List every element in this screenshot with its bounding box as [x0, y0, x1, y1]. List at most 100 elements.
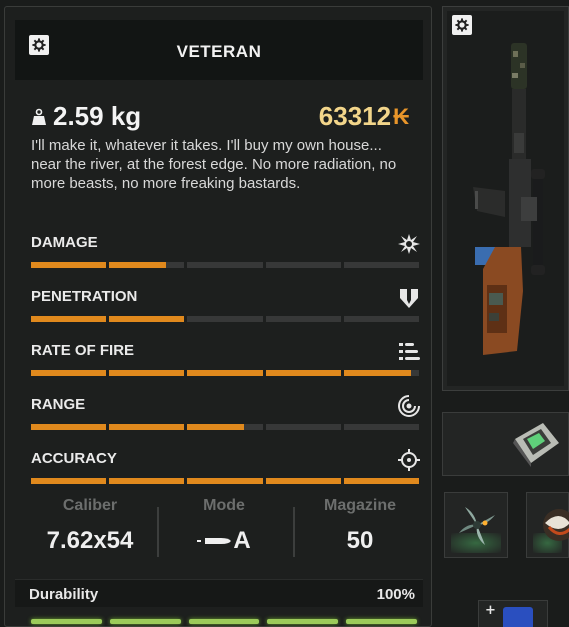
crosshair-icon — [398, 449, 420, 471]
spec-magazine-label: Magazine — [323, 497, 396, 514]
durability-segment — [109, 619, 181, 624]
detector-icon — [513, 423, 559, 467]
stat-bar-fill — [265, 370, 341, 376]
stat-bar-fill — [343, 370, 412, 376]
stat-bar-fill — [109, 316, 185, 322]
gadget-slot[interactable] — [442, 412, 569, 476]
weight-display: 2.59 kg — [31, 101, 141, 132]
stat-bar-fill — [31, 478, 107, 484]
durability-segment — [188, 619, 260, 624]
spec-caliber-value: 7.62x54 — [46, 527, 134, 554]
stat-bar-fill — [31, 370, 107, 376]
stat-bar-segment — [343, 424, 420, 430]
tooltip-header: VETERAN — [15, 20, 423, 80]
medkit-icon — [503, 607, 533, 627]
artifact-icon — [459, 507, 495, 545]
price-value: 63312 — [318, 101, 392, 131]
stat-penetration: PENETRATION — [31, 288, 421, 328]
armor-penetration-icon — [400, 289, 418, 308]
plus-icon: + — [485, 603, 496, 618]
artifact-orb-icon — [543, 509, 569, 541]
sniper-rifle-icon — [473, 43, 545, 355]
stat-rate-of-fire: RATE OF FIRE — [31, 342, 421, 382]
item-tooltip-panel: VETERAN 2.59 kg 63312 ₭ I'll make it, wh… — [4, 6, 432, 627]
stat-bar-segment — [265, 424, 341, 430]
currency-icon: ₭ — [393, 103, 409, 129]
stat-bar-segment — [265, 316, 341, 322]
stat-bar-fill — [265, 478, 341, 484]
stat-bar-segment — [109, 370, 185, 376]
stat-bar-fill — [31, 424, 107, 430]
spec-mode: Mode A — [157, 497, 291, 555]
stat-bar-segment — [265, 262, 341, 268]
stat-bar-fill — [31, 262, 107, 268]
stat-label: ACCURACY — [31, 450, 117, 467]
stat-bar-fill — [109, 370, 185, 376]
stat-bar-fill — [109, 262, 166, 268]
stat-bar-segment — [265, 370, 341, 376]
range-icon — [398, 395, 420, 417]
stat-bar-segment — [187, 262, 263, 268]
stat-label: RANGE — [31, 396, 86, 413]
weight-icon — [32, 108, 46, 125]
explosion-icon — [398, 234, 420, 254]
durability-row: Durability 100% — [15, 579, 423, 607]
stat-label: DAMAGE — [31, 234, 98, 251]
stat-bar-fill — [109, 478, 185, 484]
stat-damage: DAMAGE — [31, 234, 421, 274]
stat-bar-segment — [187, 316, 263, 322]
stat-bar-segment — [187, 478, 263, 484]
stat-bar — [31, 370, 420, 376]
stat-bar-segment — [31, 424, 107, 430]
durability-segment — [267, 619, 339, 624]
spec-caliber: Caliber 7.62x54 — [23, 497, 157, 555]
bullet-icon — [197, 538, 232, 544]
spec-mode-value: A — [157, 527, 291, 555]
stat-accuracy: ACCURACY — [31, 449, 421, 490]
stat-bar-segment — [31, 370, 107, 376]
weapon-specs: Caliber 7.62x54 Mode A Magazine 50 — [17, 497, 421, 573]
stat-bar-fill — [343, 478, 420, 484]
fire-mode-letter: A — [233, 527, 251, 554]
stat-bar-fill — [31, 316, 107, 322]
quick-slot-2[interactable] — [526, 492, 569, 558]
stat-bar-segment — [31, 316, 107, 322]
stat-bar-segment — [265, 478, 341, 484]
stat-bar-segment — [31, 478, 107, 484]
spec-mode-label: Mode — [203, 497, 245, 514]
stat-bar-segment — [31, 262, 107, 268]
durability-value: 100% — [376, 586, 415, 603]
stat-bar-segment — [109, 316, 185, 322]
durability-bar — [31, 619, 417, 624]
stat-bar-segment — [343, 478, 420, 484]
durability-segment — [346, 619, 417, 624]
price-display: 63312 ₭ — [319, 101, 409, 132]
stat-label: PENETRATION — [31, 288, 138, 305]
stat-bar-segment — [187, 424, 263, 430]
stat-bar — [31, 478, 420, 484]
quick-slot-3[interactable]: + — [478, 600, 548, 627]
gear-icon — [455, 18, 469, 32]
item-title: VETERAN — [176, 42, 262, 61]
stat-range: RANGE — [31, 395, 421, 436]
spec-magazine-value: 50 — [346, 527, 374, 554]
stat-bar — [31, 316, 420, 322]
stat-bar-fill — [187, 424, 244, 430]
weapon-settings-button[interactable] — [452, 15, 472, 35]
spec-caliber-label: Caliber — [62, 497, 118, 514]
stat-bar-fill — [109, 424, 185, 430]
stat-bar — [31, 262, 420, 268]
durability-label: Durability — [29, 586, 99, 603]
quick-slot-1[interactable] — [444, 492, 508, 558]
stat-bar-fill — [187, 370, 263, 376]
stat-bar-segment — [109, 424, 185, 430]
stat-bar-segment — [109, 478, 185, 484]
stat-bar-segment — [343, 262, 420, 268]
stat-bar-segment — [343, 316, 420, 322]
item-description: I'll make it, whatever it takes. I'll bu… — [31, 137, 397, 192]
weapon-slot[interactable] — [442, 6, 569, 391]
stat-bar — [31, 424, 420, 430]
rate-of-fire-icon — [399, 343, 420, 360]
stat-bar-segment — [187, 370, 263, 376]
stat-bar-fill — [187, 478, 263, 484]
